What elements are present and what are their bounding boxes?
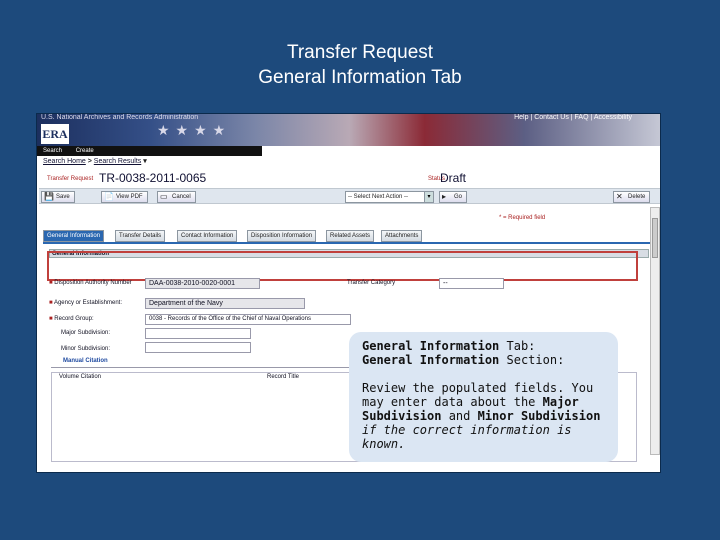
disposition-field[interactable]: DAA-0038-2010-0020-0001 xyxy=(145,278,260,289)
go-icon: ▸ xyxy=(442,192,447,201)
tip-line2-bold: General Information xyxy=(362,353,500,367)
delete-button[interactable]: ✕ Delete xyxy=(613,191,651,203)
go-label: Go xyxy=(454,194,463,200)
highlight-box xyxy=(47,251,638,281)
record-group-select[interactable]: 0038 - Records of the Office of the Chie… xyxy=(145,314,351,325)
tip-line1-rest: Tab: xyxy=(499,339,536,353)
delete-label: Delete xyxy=(628,194,646,200)
save-label: Save xyxy=(56,194,70,200)
slide-title: Transfer Request General Information Tab xyxy=(0,40,720,90)
scrollbar-thumb[interactable] xyxy=(652,218,658,258)
column-record-title: Record Title xyxy=(267,374,300,380)
header-top-text: U.S. National Archives and Records Admin… xyxy=(41,114,199,121)
nav-search[interactable]: Search xyxy=(37,146,68,156)
disposition-label-text: Disposition Authority Number xyxy=(54,280,132,286)
breadcrumb-home[interactable]: Search Home xyxy=(43,158,86,165)
minor-subdivision-field[interactable] xyxy=(145,342,251,353)
tip-line2-rest: Section: xyxy=(499,353,565,367)
category-select[interactable]: -- xyxy=(439,278,504,289)
scrollbar[interactable] xyxy=(650,207,660,455)
breadcrumb-results[interactable]: Search Results xyxy=(94,158,141,165)
agency-label-text: Agency or Establishment: xyxy=(53,300,123,306)
header-banner: U.S. National Archives and Records Admin… xyxy=(37,114,660,146)
required-note: * = Required field xyxy=(499,215,546,221)
manual-citation-header: Manual Citation xyxy=(51,358,351,368)
request-label: Transfer Request xyxy=(47,176,94,182)
tab-general-information[interactable]: General Information xyxy=(43,230,105,242)
tab-disposition-information[interactable]: Disposition Information xyxy=(247,230,317,242)
request-id: TR-0038-2011-0065 xyxy=(99,171,207,185)
pdf-icon: 📄 xyxy=(104,192,114,201)
tab-related-assets[interactable]: Related Assets xyxy=(326,230,375,242)
minor-subdivision-label: Minor Subdivision: xyxy=(61,346,111,352)
request-header: Transfer Request TR-0038-2011-0065 Statu… xyxy=(43,171,658,187)
status-value: Draft xyxy=(440,171,467,185)
major-subdivision-label: Major Subdivision: xyxy=(61,330,111,336)
toolbar: 💾 Save 📄 View PDF ▭ Cancel -- Select Next A… xyxy=(39,188,660,204)
record-group-label-text: Record Group: xyxy=(54,316,94,322)
view-pdf-label: View PDF xyxy=(116,194,143,200)
breadcrumb-arrow: ▾ xyxy=(143,158,147,165)
cancel-icon: ▭ xyxy=(160,192,168,201)
go-button[interactable]: ▸ Go xyxy=(439,191,468,203)
tip-minor: Minor Subdivision xyxy=(477,409,601,423)
info-callout: General Information Tab: General Informa… xyxy=(349,332,618,462)
close-icon: ✕ xyxy=(616,192,623,201)
save-button[interactable]: 💾 Save xyxy=(41,191,75,203)
agency-label: ■ Agency or Establishment: xyxy=(49,300,122,306)
major-subdivision-field[interactable] xyxy=(145,328,251,339)
tab-attachments[interactable]: Attachments xyxy=(381,230,423,242)
slide-title-line1: Transfer Request xyxy=(286,42,434,63)
slide-title-line2: General Information Tab xyxy=(258,67,462,88)
agency-select[interactable]: Department of the Navy xyxy=(145,298,305,309)
cancel-label: Cancel xyxy=(172,194,191,200)
breadcrumb-sep: > xyxy=(87,158,92,165)
tab-contact-information[interactable]: Contact Information xyxy=(177,230,238,242)
tab-transfer-details[interactable]: Transfer Details xyxy=(115,230,166,242)
cancel-button[interactable]: ▭ Cancel xyxy=(157,191,196,203)
nav-create[interactable]: Create xyxy=(70,146,100,156)
tip-body: Review the populated fields. You may ent… xyxy=(362,381,605,451)
tip-line1-bold: General Information xyxy=(362,339,500,353)
disposition-label: ■ Disposition Authority Number xyxy=(49,280,139,286)
tip-line2: General Information Section: xyxy=(362,353,605,367)
record-group-label: ■ Record Group: xyxy=(49,316,94,322)
tip-tail: if the correct information is known. xyxy=(362,423,572,451)
tab-underline xyxy=(43,242,655,244)
header-links[interactable]: Help | Contact Us | FAQ | Accessibility xyxy=(514,114,632,121)
main-nav: Search Create xyxy=(37,146,262,156)
save-icon: 💾 xyxy=(44,192,54,201)
breadcrumb: Search Home > Search Results ▾ xyxy=(43,157,147,165)
next-action-select[interactable]: -- Select Next Action -- xyxy=(345,191,425,203)
era-logo: ERA xyxy=(41,124,69,144)
tip-and: and xyxy=(441,409,478,423)
view-pdf-button[interactable]: 📄 View PDF xyxy=(101,191,148,203)
stars-decoration: ★★★★ xyxy=(157,122,232,138)
tip-line1: General Information Tab: xyxy=(362,339,605,353)
category-label: Transfer Category xyxy=(347,280,396,286)
chevron-down-icon[interactable]: ▾ xyxy=(424,191,434,203)
column-volume-citation: Volume Citation xyxy=(59,374,102,380)
